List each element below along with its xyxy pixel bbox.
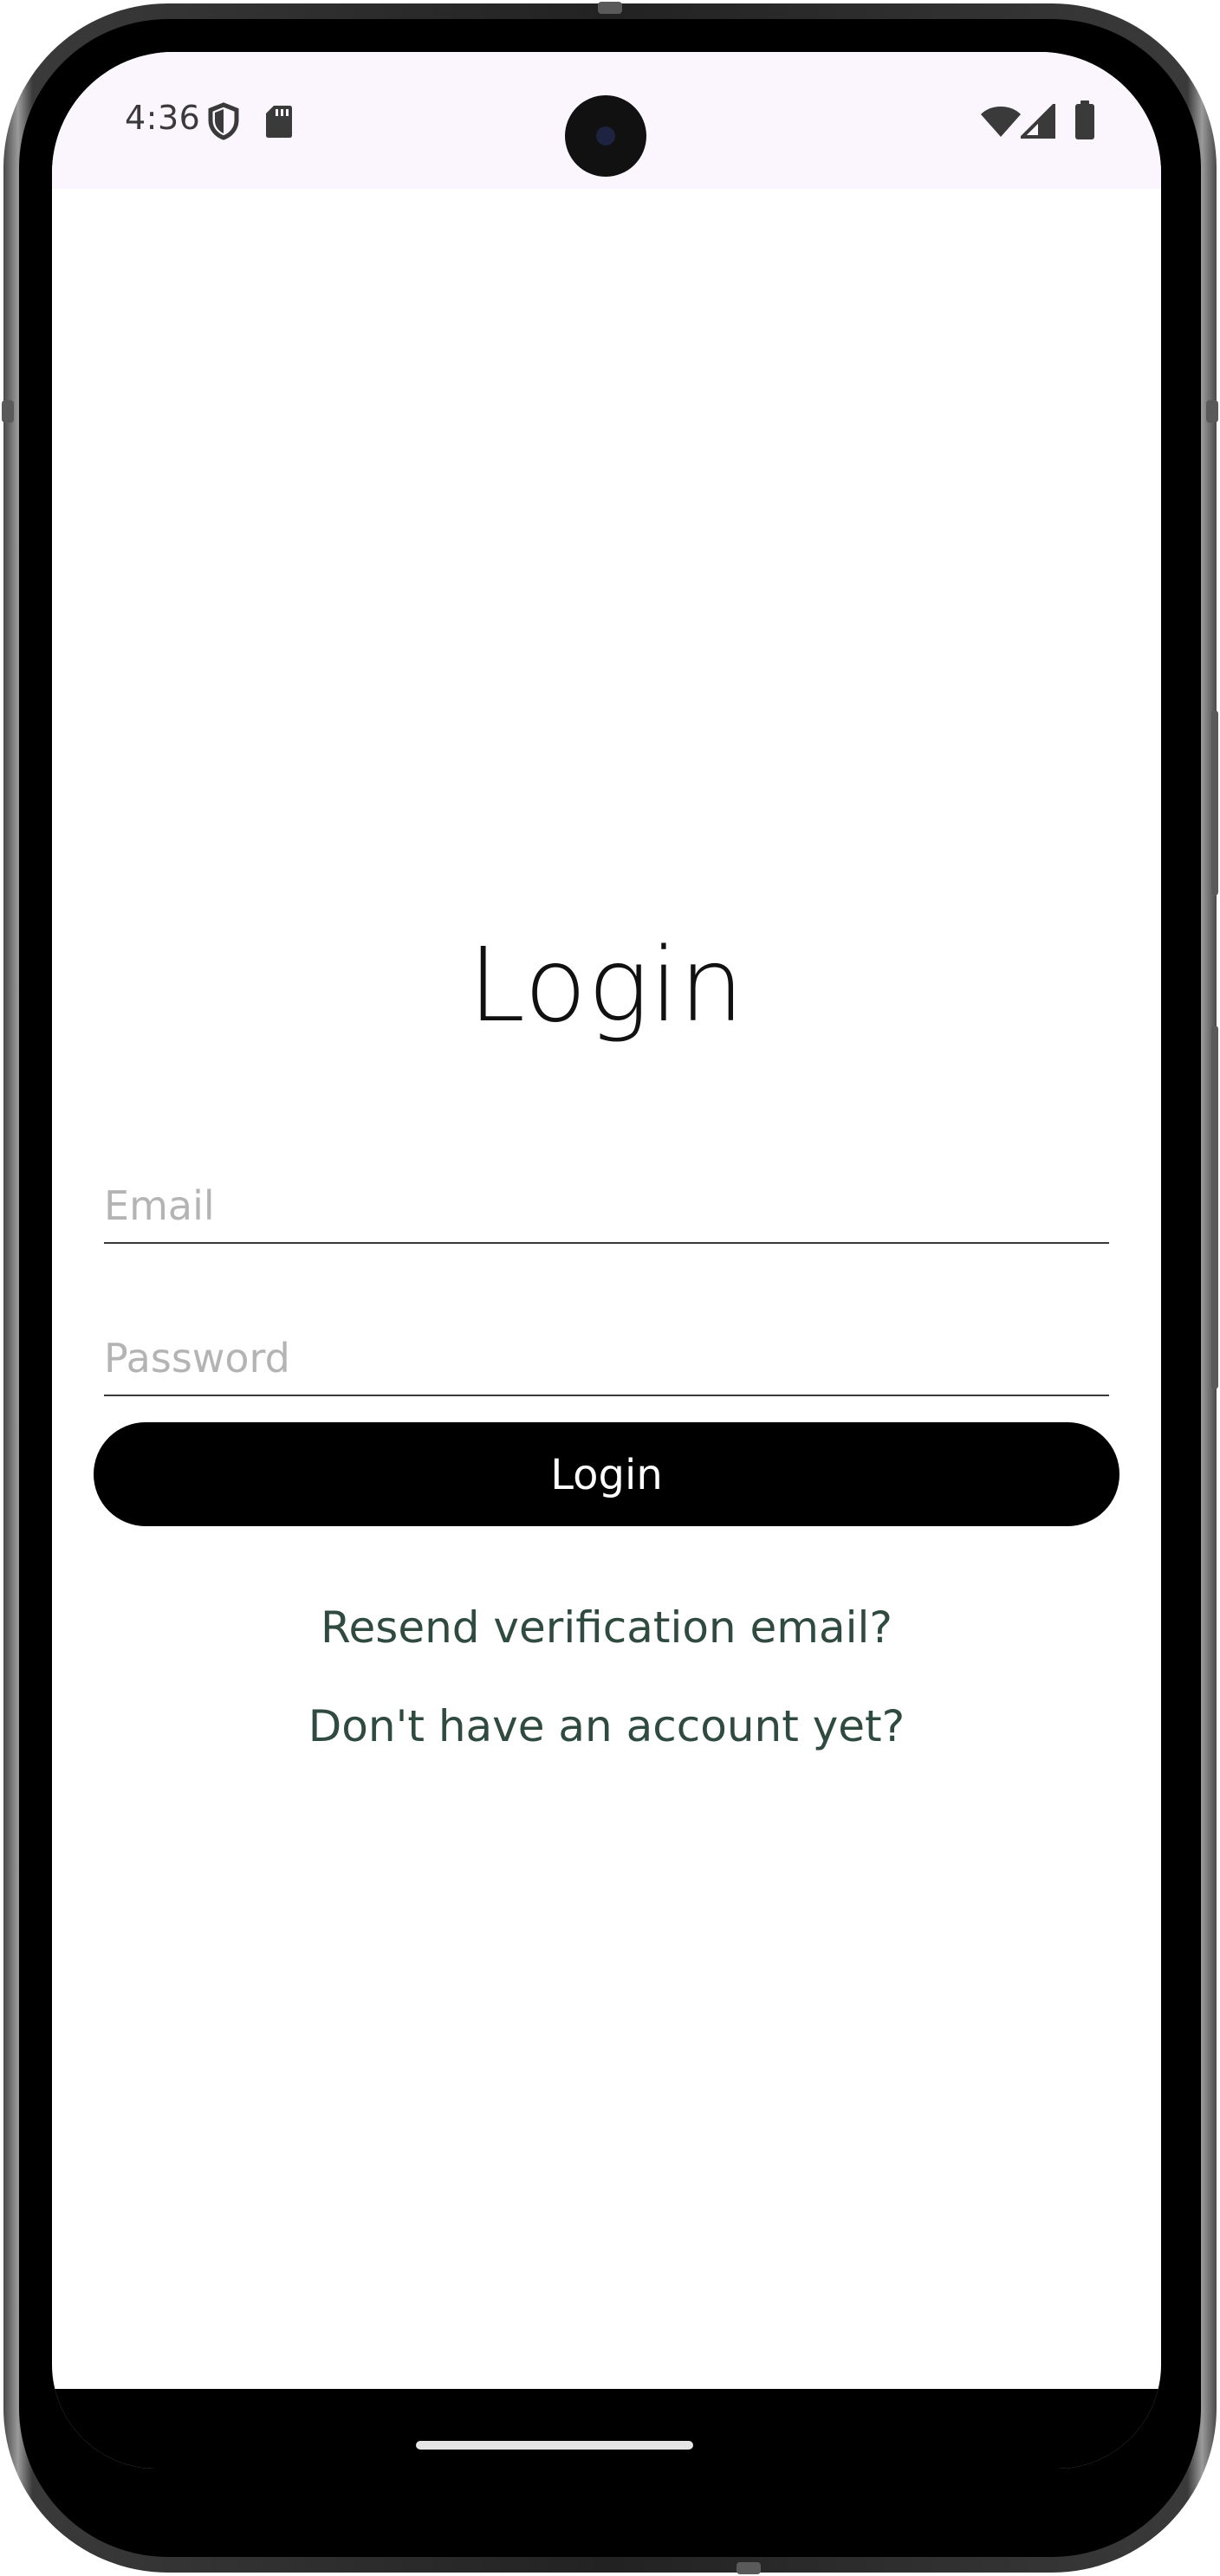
battery-icon [1075, 100, 1094, 139]
email-field[interactable] [104, 1175, 1109, 1244]
wifi-icon [981, 107, 1021, 137]
password-field[interactable] [104, 1327, 1109, 1396]
frame-notch-right [1206, 400, 1218, 423]
page-title: Login [468, 925, 745, 1045]
front-camera [565, 95, 646, 177]
screen: 4:36 Login Email Login Resend verificati… [52, 52, 1161, 2469]
signup-link[interactable]: Don't have an account yet? [52, 1701, 1161, 1751]
phone-device: 4:36 Login Email Login Resend verificati… [0, 0, 1220, 2576]
navigation-bar [52, 2389, 1161, 2469]
frame-notch-bottom [737, 2562, 761, 2574]
shield-icon [208, 102, 239, 140]
home-indicator[interactable] [416, 2441, 693, 2450]
frame-notch-left [2, 400, 14, 423]
volume-button [1211, 1026, 1218, 1389]
power-button [1211, 710, 1218, 896]
resend-verification-link[interactable]: Resend verification email? [52, 1602, 1161, 1653]
status-time: 4:36 [125, 99, 201, 137]
frame-notch-top [598, 2, 622, 14]
sd-card-icon [266, 106, 292, 138]
signal-icon [1021, 104, 1055, 139]
login-button[interactable]: Login [94, 1422, 1119, 1526]
status-bar: 4:36 [52, 52, 1161, 189]
